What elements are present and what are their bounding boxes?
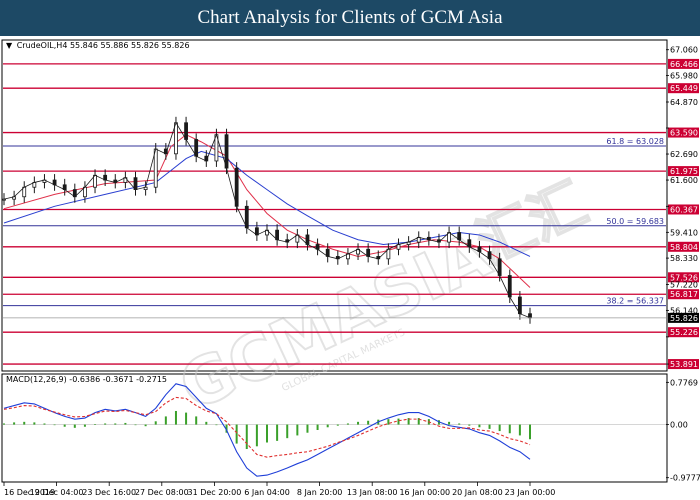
price-candle (234, 167, 239, 207)
level-label: 66.466 (670, 60, 698, 69)
macd-histogram-bar (367, 420, 370, 425)
level-label: 61.975 (670, 167, 698, 176)
macd-histogram-bar (83, 424, 86, 427)
macd-histogram-bar (174, 410, 177, 425)
macd-histogram-bar (104, 423, 107, 425)
price-y-tick-label: 58.330 (670, 254, 698, 263)
price-panel-title: ▼ CrudeOIL,H4 55.846 55.886 55.826 55.82… (6, 41, 190, 50)
price-candle (244, 205, 249, 229)
macd-histogram-bar (508, 424, 511, 434)
macd-histogram-bar (518, 424, 521, 436)
time-x-tick-label: 19 Dec 04:00 (30, 488, 84, 497)
price-candle (507, 275, 512, 298)
price-y-tick-label: 62.690 (670, 150, 698, 159)
macd-histogram-bar (53, 424, 56, 426)
price-y-tick-label: 59.410 (670, 228, 698, 237)
macd-histogram-bar (458, 423, 461, 425)
instrument-readout: CrudeOIL,H4 55.846 55.886 55.826 55.826 (17, 41, 190, 50)
macd-histogram-bar (185, 412, 188, 425)
macd-histogram-bar (13, 422, 16, 425)
macd-histogram-bar (94, 424, 97, 425)
macd-histogram-bar (144, 424, 147, 427)
price-y-tick-label: 56.140 (670, 306, 698, 315)
chart-canvas: GCMASIA 汇汇 GLOBAL CAPITAL MARKETS 66.466… (1, 39, 700, 497)
time-x-tick-label: 6 Jan 04:00 (244, 488, 290, 497)
level-label: 58.804 (670, 243, 698, 252)
price-candle (174, 122, 178, 155)
macd-histogram-bar (488, 424, 491, 429)
price-candle (153, 148, 158, 188)
macd-histogram-bar (23, 421, 26, 425)
macd-histogram-bar (448, 421, 451, 425)
macd-histogram-bar (154, 421, 157, 425)
price-y-tick-label: 65.980 (670, 72, 698, 81)
macd-y-tick-label: -0.9777 (670, 474, 700, 483)
price-y-tick-label: 57.220 (670, 281, 698, 290)
macd-histogram-bar (255, 424, 258, 447)
macd-panel-title: MACD(12,26,9) -0.6386 -0.3671 -0.2715 (6, 375, 167, 384)
macd-y-tick-label: 0.00 (670, 421, 688, 430)
price-y-tick-label: 67.060 (670, 46, 698, 55)
level-label: 56.817 (670, 290, 698, 299)
macd-histogram-bar (3, 423, 5, 425)
macd-histogram-bar (357, 421, 360, 425)
macd-y-tick-label: 0.7769 (670, 378, 698, 387)
macd-histogram-bar (336, 424, 339, 426)
fib-label: 61.8 = 63.028 (606, 137, 664, 146)
macd-histogram-bar (134, 424, 137, 426)
macd-histogram-bar (114, 423, 117, 425)
macd-histogram-bar (73, 424, 76, 428)
macd-histogram-bar (195, 416, 198, 425)
macd-histogram-bar (33, 422, 36, 425)
fib-label: 50.0 = 59.683 (606, 217, 664, 226)
price-y-tick-label: 64.870 (670, 98, 698, 107)
macd-histogram-bar (346, 423, 349, 425)
macd-histogram-bar (498, 424, 501, 432)
time-x-tick-label: 31 Dec 20:00 (187, 488, 241, 497)
macd-histogram-bar (326, 424, 329, 428)
price-y-tick-label: 61.600 (670, 176, 698, 185)
macd-histogram-bar (245, 424, 248, 450)
macd-histogram-bar (316, 424, 319, 430)
time-x-axis: 16 Dec 201919 Dec 04:0023 Dec 16:0027 De… (3, 482, 556, 497)
macd-histogram-bar (397, 418, 400, 425)
macd-histogram-bar (276, 424, 279, 441)
level-label: 65.449 (670, 84, 698, 93)
macd-histogram-bar (63, 424, 66, 427)
chart-analysis-page: Chart Analysis for Clients of GCM Asia G… (0, 0, 700, 500)
price-candle (224, 134, 229, 169)
time-x-tick-label: 20 Jan 08:00 (452, 488, 503, 497)
macd-histogram-bar (296, 424, 299, 436)
macd-histogram-bar (306, 424, 309, 433)
time-x-tick-label: 8 Jan 20:00 (297, 488, 343, 497)
macd-histogram-bar (235, 424, 238, 444)
macd-histogram-bar (164, 416, 167, 425)
macd-histogram-bar (266, 424, 268, 443)
macd-histogram-bar (286, 424, 289, 439)
time-x-tick-label: 23 Dec 16:00 (82, 488, 136, 497)
macd-histogram-bar (387, 419, 390, 425)
fib-label: 38.2 = 56.337 (606, 297, 664, 306)
time-x-tick-label: 27 Dec 08:00 (135, 488, 189, 497)
macd-histogram-bar (468, 424, 471, 426)
macd-histogram-bar (529, 424, 531, 440)
macd-histogram-bar (124, 422, 127, 425)
time-x-tick-label: 23 Jan 00:00 (505, 488, 556, 497)
macd-histogram-bar (478, 424, 481, 428)
chevron-down-icon: ▼ (6, 41, 13, 50)
time-x-tick-label: 13 Jan 08:00 (347, 488, 398, 497)
macd-y-axis: 0.7769 0.00 -0.9777 (666, 378, 700, 483)
macd-panel-frame (1, 373, 668, 483)
macd-histogram-bar (43, 423, 46, 425)
macd-histogram-bar (215, 424, 218, 426)
macd-histogram-bar (205, 421, 208, 425)
time-x-tick-label: 16 Jan 00:00 (399, 488, 450, 497)
